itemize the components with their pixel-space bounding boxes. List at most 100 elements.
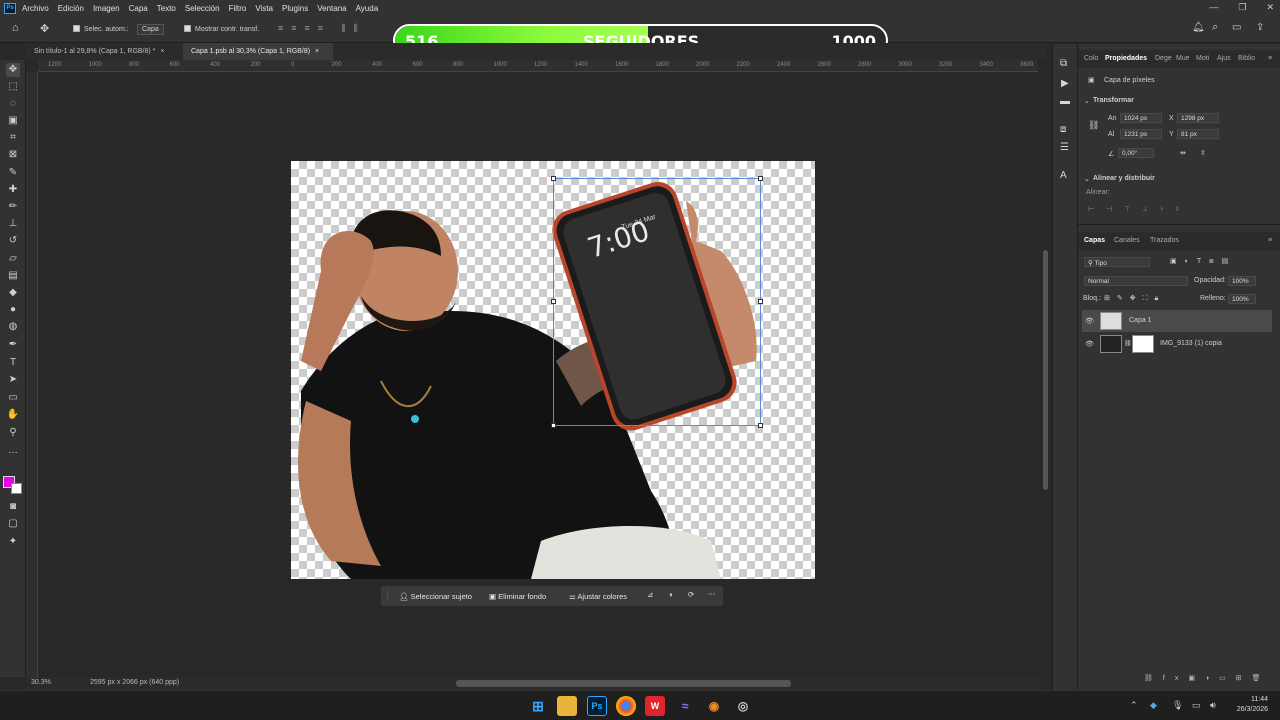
x-input[interactable]: 1298 px — [1177, 113, 1219, 123]
transform-icon[interactable]: ⊿ — [647, 590, 653, 599]
menu-texto[interactable]: Texto — [157, 4, 176, 13]
panel-menu-icon[interactable]: ≡ — [1268, 237, 1272, 244]
tab-layers[interactable]: Capas — [1084, 237, 1105, 244]
generate-icon[interactable]: ⟳ — [688, 590, 694, 599]
path-select-icon[interactable]: ➤ — [6, 373, 20, 387]
vertical-scrollbar[interactable] — [1043, 250, 1048, 490]
gradient-tool-icon[interactable]: ▤ — [6, 269, 20, 283]
app-icon[interactable]: ≈ — [675, 696, 695, 716]
menu-vista[interactable]: Vista — [255, 4, 273, 13]
menu-plugins[interactable]: Plugins — [282, 4, 308, 13]
collapse-icon[interactable]: ⌄ — [1084, 97, 1090, 105]
blender-icon[interactable]: ◉ — [704, 696, 724, 716]
chrome-icon[interactable] — [616, 696, 636, 716]
auto-select-dropdown[interactable]: Capa — [137, 24, 164, 35]
microphone-icon[interactable]: 🎙︎ — [1172, 700, 1183, 711]
transform-handle[interactable] — [758, 176, 763, 181]
link-icon[interactable]: ⛓ — [1088, 120, 1099, 131]
align-buttons-icon[interactable]: ≡≡≡≡ ⫼⫼ — [278, 23, 366, 34]
tab-samples[interactable]: Mue — [1176, 55, 1190, 62]
bell-icon[interactable]: 🔔︎ — [1192, 22, 1205, 33]
select-subject-button[interactable]: 👤︎ Seleccionar sujeto — [394, 589, 477, 603]
menu-imagen[interactable]: Imagen — [93, 4, 120, 13]
generative-icon[interactable]: ✦ — [6, 535, 20, 549]
history-brush-icon[interactable]: ↺ — [6, 234, 20, 248]
menu-filtro[interactable]: Filtro — [229, 4, 247, 13]
zoom-level[interactable]: 30.3% — [31, 679, 51, 686]
blur-tool-icon[interactable]: ◆ — [6, 286, 20, 300]
rectangle-tool-icon[interactable]: ▭ — [6, 391, 20, 405]
maximize-icon[interactable]: ❐ — [1238, 2, 1246, 13]
type-tool-icon[interactable]: T — [6, 356, 20, 370]
layer-filter-dropdown[interactable]: ⚲ Tipo — [1084, 257, 1150, 267]
volume-icon[interactable]: 🔊︎ — [1210, 700, 1216, 711]
screen-mode-icon[interactable]: ▢ — [6, 517, 20, 531]
sharpen-tool-icon[interactable]: ◍ — [6, 320, 20, 334]
transform-bounding-box[interactable] — [551, 176, 763, 428]
minimize-icon[interactable]: — — [1209, 2, 1218, 13]
collapse-icon[interactable]: ⌄ — [1084, 175, 1090, 183]
share-icon[interactable]: ⇪ — [1256, 22, 1264, 33]
pen-tool-icon[interactable]: ✒ — [6, 338, 20, 352]
close-icon[interactable]: ✕ — [1266, 2, 1274, 13]
width-input[interactable]: 1024 px — [1120, 113, 1162, 123]
align-buttons-icon[interactable]: ⊢⊣⊤⊥⊦⊧ — [1088, 205, 1192, 213]
remove-background-button[interactable]: ▣ Eliminar fondo — [484, 589, 551, 603]
frame-tool-icon[interactable]: ⊠ — [6, 148, 20, 162]
eyedropper-icon[interactable]: ✎ — [6, 166, 20, 180]
hand-tool-icon[interactable]: ✋ — [6, 408, 20, 422]
tab-paths[interactable]: Trazados — [1150, 237, 1179, 244]
move-tool-icon[interactable]: ✥ — [40, 22, 49, 35]
flip-horizontal-icon[interactable]: ⇹ — [1180, 149, 1186, 157]
more-options-icon[interactable]: ⋯ — [708, 589, 716, 598]
layer-filter-icons[interactable]: ▣◐T⧈▤ — [1170, 257, 1236, 266]
eye-icon[interactable]: 👁︎ — [1085, 317, 1094, 325]
adjustments-icon[interactable]: ⧈ — [1060, 124, 1066, 135]
home-icon[interactable]: ⌂ — [12, 22, 19, 34]
history-icon[interactable]: ⧉ — [1060, 58, 1067, 69]
transform-handle[interactable] — [551, 423, 556, 428]
eraser-tool-icon[interactable]: ▱ — [6, 252, 20, 266]
marquee-tool-icon[interactable]: ⬚ — [6, 80, 20, 94]
horizontal-scrollbar[interactable] — [456, 680, 791, 687]
tray-app-icon[interactable]: ◆ — [1150, 700, 1157, 711]
file-explorer-icon[interactable] — [557, 696, 577, 716]
tab-sin-titulo[interactable]: Sin título-1 al 29,8% (Capa 1, RGB/8) * … — [26, 43, 182, 60]
drag-handle-icon[interactable]: ⋮ — [384, 590, 392, 599]
menu-archivo[interactable]: Archivo — [22, 4, 49, 13]
wps-icon[interactable]: W — [645, 696, 665, 716]
zoom-tool-icon[interactable]: ⚲ — [6, 426, 20, 440]
close-tab-icon[interactable]: × — [160, 48, 164, 55]
tab-color[interactable]: Colo — [1084, 55, 1098, 62]
tab-patterns[interactable]: Moti — [1196, 55, 1209, 62]
search-icon[interactable]: ⌕ — [1212, 21, 1218, 34]
healing-brush-icon[interactable]: ✚ — [6, 183, 20, 197]
more-tools-icon[interactable]: … — [6, 444, 20, 458]
transform-handle[interactable] — [551, 176, 556, 181]
document-canvas[interactable]: Tue 24 Mar 7:00 — [291, 161, 815, 579]
clock-time[interactable]: 11:44 — [1240, 696, 1268, 703]
photoshop-taskbar-icon[interactable]: Ps — [587, 696, 607, 716]
clock-date[interactable]: 26/3/2026 — [1226, 706, 1268, 713]
layer-actions-icons[interactable]: ⛓fx▣◑▭⊞🗑︎ — [1144, 674, 1271, 682]
blend-mode-dropdown[interactable]: Normal — [1084, 276, 1188, 286]
flip-vertical-icon[interactable]: ⇳ — [1200, 149, 1206, 157]
dodge-tool-icon[interactable]: ● — [6, 303, 20, 317]
network-icon[interactable]: ▭ — [1192, 700, 1201, 711]
tab-adjustments[interactable]: Ajus — [1217, 55, 1231, 62]
auto-select-checkbox[interactable]: Selec. autom.: — [73, 25, 129, 33]
panel-menu-icon[interactable]: ≡ — [1268, 55, 1272, 62]
eye-icon[interactable]: 👁︎ — [1085, 340, 1094, 348]
opacity-input[interactable]: 100% — [1228, 276, 1256, 286]
menu-capa[interactable]: Capa — [129, 4, 148, 13]
tab-channels[interactable]: Canales — [1114, 237, 1140, 244]
workspace-icon[interactable]: ▭ — [1232, 22, 1241, 33]
mask-icon[interactable]: ◑ — [668, 590, 673, 599]
menu-ayuda[interactable]: Ayuda — [356, 4, 379, 13]
start-icon[interactable]: ⊞ — [528, 696, 548, 716]
adjust-colors-button[interactable]: ⚌ Ajustar colores — [564, 589, 632, 603]
lasso-tool-icon[interactable]: ◌ — [6, 97, 20, 111]
object-select-icon[interactable]: ▣ — [6, 114, 20, 128]
background-color-swatch[interactable] — [11, 483, 22, 494]
tab-libraries[interactable]: Biblio — [1238, 55, 1255, 62]
